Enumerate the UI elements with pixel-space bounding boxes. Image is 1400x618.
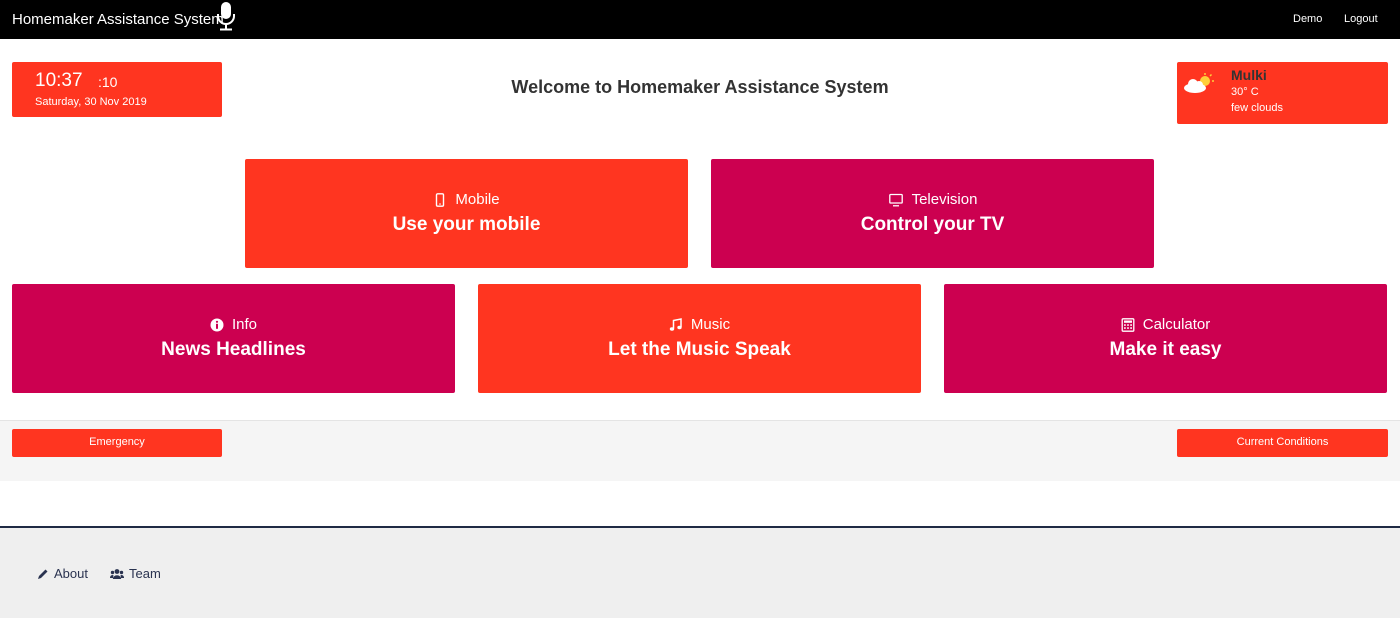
info-tile-label: Info (231, 316, 258, 333)
info-tile[interactable]: Info News Headlines (12, 284, 455, 393)
footer-about-link[interactable]: About (37, 566, 88, 581)
top-navbar: Homemaker Assistance System Demo Logout (0, 0, 1400, 39)
footer-about-label: About (54, 566, 88, 581)
weather-temperature: 30° C (1231, 86, 1259, 98)
footer-team-label: Team (129, 566, 161, 581)
television-tile-label: Television (911, 191, 978, 208)
users-icon (110, 568, 124, 579)
calculator-tile-title: Make it easy (1109, 339, 1222, 360)
footer-team-link[interactable]: Team (110, 566, 161, 581)
weather-widget: Mulki 30° C few clouds (1177, 62, 1388, 124)
music-tile[interactable]: Music Let the Music Speak (478, 284, 921, 393)
mobile-tile-title: Use your mobile (392, 214, 541, 235)
calculator-tile[interactable]: Calculator Make it easy (944, 284, 1387, 393)
weather-description: few clouds (1231, 102, 1283, 114)
current-conditions-button[interactable]: Current Conditions (1177, 429, 1388, 457)
brand-title[interactable]: Homemaker Assistance System (12, 11, 224, 28)
mobile-icon (436, 192, 445, 207)
nav-demo-link[interactable]: Demo (1293, 13, 1322, 25)
emergency-button[interactable]: Emergency (12, 429, 222, 457)
television-icon (888, 193, 903, 206)
footer: About Team (0, 526, 1400, 618)
action-bar: Emergency Current Conditions (0, 420, 1400, 481)
partly-cloudy-icon (1184, 73, 1214, 93)
music-tile-title: Let the Music Speak (608, 339, 791, 360)
calculator-icon (1121, 317, 1135, 332)
music-icon (669, 317, 682, 331)
info-tile-title: News Headlines (161, 339, 306, 360)
weather-city: Mulki (1231, 67, 1267, 83)
mobile-tile-label: Mobile (455, 191, 500, 208)
microphone-icon[interactable] (215, 1, 237, 31)
television-tile[interactable]: Television Control your TV (711, 159, 1154, 268)
nav-logout-link[interactable]: Logout (1344, 13, 1378, 25)
music-tile-label: Music (690, 316, 731, 333)
television-tile-title: Control your TV (860, 214, 1005, 235)
calculator-tile-label: Calculator (1142, 316, 1211, 333)
mobile-tile[interactable]: Mobile Use your mobile (245, 159, 688, 268)
pencil-icon (38, 569, 48, 579)
info-icon (210, 318, 224, 331)
